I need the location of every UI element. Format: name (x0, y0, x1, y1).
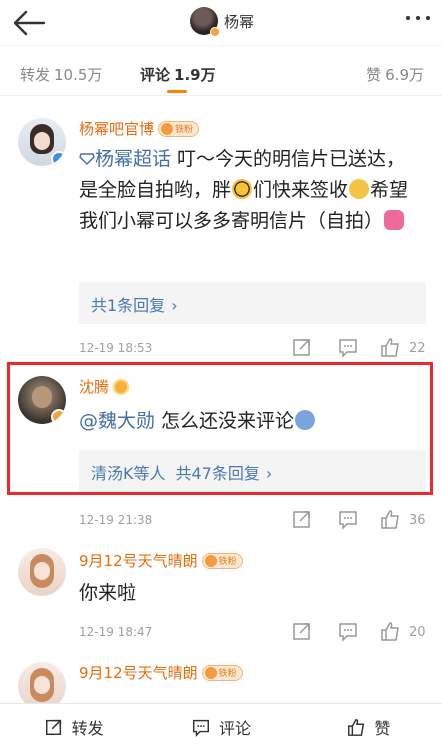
like-icon[interactable] (379, 620, 401, 642)
replies-label: 共1条回复 (91, 296, 166, 315)
commenter-name-text: 9月12号天气晴朗 (79, 664, 198, 682)
commenter-name-text: 9月12号天气晴朗 (79, 552, 198, 570)
comment-item: 9月12号天气晴朗 铁粉 (0, 652, 442, 703)
author-name[interactable]: 杨幂 (224, 11, 254, 32)
comment-time: 12-19 18:53 (79, 341, 153, 355)
back-arrow-icon[interactable] (12, 8, 48, 38)
tab-comment-label: 评论 (140, 66, 171, 84)
comment-icon[interactable] (337, 336, 359, 358)
top-nav-bar: 杨幂 (0, 0, 442, 46)
fan-badge-label: 铁粉 (218, 669, 237, 679)
tab-comment-count: 1.9万 (174, 66, 216, 84)
like-button[interactable]: 赞 (295, 704, 442, 749)
repost-icon[interactable] (291, 508, 313, 530)
avatar[interactable] (18, 662, 66, 703)
author-title[interactable]: 杨幂 (190, 7, 254, 37)
repost-button-label: 转发 (71, 718, 104, 738)
super-topic-label: 杨幂超话 (95, 148, 172, 170)
tab-like[interactable]: 赞 6.9万 (366, 64, 424, 85)
avatar[interactable] (18, 548, 66, 596)
comment-button[interactable]: 评论 (147, 704, 294, 749)
comment-meta: 12-19 21:38 36 (79, 508, 432, 532)
comment-icon[interactable] (337, 508, 359, 530)
fan-badge: 铁粉 (158, 120, 200, 137)
post-tabs: 转发 10.5万 评论 1.9万 赞 6.9万 (0, 46, 442, 96)
fan-badge-label: 铁粉 (218, 557, 237, 567)
comment-time: 12-19 21:38 (79, 513, 153, 527)
tab-repost-label: 转发 (20, 66, 51, 84)
fan-badge-icon (204, 554, 217, 567)
author-avatar[interactable] (190, 7, 220, 37)
tab-repost-count: 10.5万 (54, 66, 103, 84)
repost-icon (45, 719, 61, 735)
bee-emoji-icon (232, 179, 253, 199)
fan-badge-label: 铁粉 (175, 125, 194, 135)
active-tab-indicator (167, 90, 187, 93)
like-button-label: 赞 (374, 718, 391, 738)
shy-face-emoji-icon (349, 179, 370, 199)
tab-repost[interactable]: 转发 10.5万 (20, 64, 102, 85)
fan-badge-icon (161, 122, 174, 135)
diamond-icon (79, 153, 95, 165)
gift-emoji-icon (384, 210, 405, 230)
replies-link[interactable]: 共1条回复 › (79, 282, 426, 324)
chevron-right-icon: › (171, 296, 178, 315)
repost-icon[interactable] (291, 336, 313, 358)
comment-text-body: 你来啦 (79, 582, 137, 604)
tab-like-label: 赞 (366, 66, 382, 84)
comment-button-label: 评论 (218, 718, 251, 738)
comment-meta: 12-19 18:53 22 (79, 336, 432, 360)
like-icon (348, 718, 365, 736)
commenter-name[interactable]: 杨幂吧官博 铁粉 (79, 118, 200, 139)
avatar[interactable] (18, 118, 66, 166)
like-count: 36 (409, 513, 426, 528)
commenter-name[interactable]: 9月12号天气晴朗 铁粉 (79, 662, 243, 683)
comment-text: 杨幂超话 叮～今天的明信片已送达，是全脸自拍哟，胖 们快来签收 希望我们小幂可以多多… (79, 144, 422, 237)
red-highlight-box (7, 362, 433, 495)
comment-text-part-2: 们快来签收 (253, 179, 349, 201)
repost-button[interactable]: 转发 (0, 704, 147, 749)
bottom-action-bar: 转发 评论 赞 (0, 703, 442, 749)
comment-text: 你来啦 (79, 578, 422, 609)
like-count: 22 (409, 341, 426, 356)
comment-icon (192, 719, 209, 737)
tab-like-count: 6.9万 (385, 66, 424, 84)
like-count: 20 (409, 625, 426, 640)
fan-badge: 铁粉 (201, 664, 243, 681)
comment-time: 12-19 18:47 (79, 625, 153, 639)
like-icon[interactable] (379, 336, 401, 358)
fan-badge-icon (204, 666, 217, 679)
comment-meta: 12-19 18:47 20 (79, 620, 432, 644)
like-icon[interactable] (379, 508, 401, 530)
super-topic-link[interactable]: 杨幂超话 (79, 148, 171, 170)
commenter-name[interactable]: 9月12号天气晴朗 铁粉 (79, 550, 243, 571)
verified-badge-icon (210, 27, 220, 37)
comment-item: 9月12号天气晴朗 铁粉 你来啦 12-19 18:47 20 (0, 532, 442, 652)
comment-item: 杨幂吧官博 铁粉 杨幂超话 叮～今天的明信片已送达，是全脸自拍哟，胖 们快来签收希… (0, 96, 442, 362)
verified-icon (51, 151, 66, 166)
more-dots-icon[interactable] (406, 16, 430, 20)
fan-badge: 铁粉 (201, 552, 243, 569)
commenter-name-text: 杨幂吧官博 (79, 120, 155, 138)
comment-icon[interactable] (337, 620, 359, 642)
repost-icon[interactable] (291, 620, 313, 642)
